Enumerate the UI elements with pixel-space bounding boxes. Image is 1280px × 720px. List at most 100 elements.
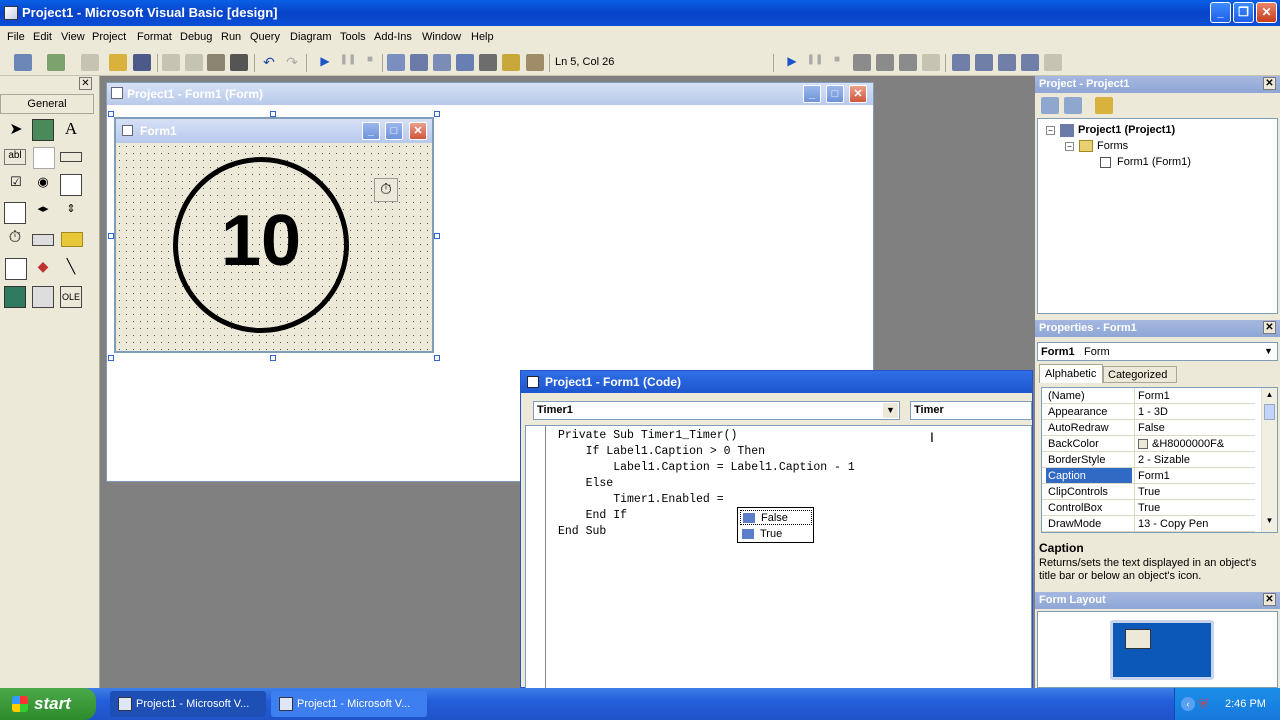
designer-minimize-button[interactable]: _: [803, 85, 821, 103]
object-selector-dropdown-icon[interactable]: ▼: [1261, 344, 1276, 359]
form1-close-button[interactable]: ✕: [409, 122, 427, 140]
menu-addins[interactable]: Add-Ins: [374, 31, 412, 43]
frame-icon[interactable]: [33, 147, 55, 169]
menu-edit[interactable]: Edit: [33, 31, 52, 43]
procedure-combo[interactable]: Timer: [910, 401, 1032, 420]
form1-design[interactable]: Form1 _ □ ✕ 10 ⏱: [114, 117, 434, 353]
timer-icon[interactable]: ⏱: [4, 229, 26, 251]
step-over-icon[interactable]: [899, 54, 917, 71]
minimize-button[interactable]: _: [1210, 2, 1231, 23]
object-combo-dropdown-icon[interactable]: ▼: [883, 403, 898, 418]
prop-value[interactable]: 1 - 3D: [1134, 404, 1255, 420]
prop-value[interactable]: True: [1134, 500, 1255, 516]
designer-maximize-button[interactable]: □: [826, 85, 844, 103]
taskbar-item[interactable]: Project1 - Microsoft V...: [271, 691, 427, 717]
toggle-folders-icon[interactable]: [1095, 97, 1113, 114]
hscrollbar-icon[interactable]: ◂▸: [32, 202, 54, 224]
menu-query[interactable]: Query: [250, 31, 280, 43]
prop-row[interactable]: DrawMode 13 - Copy Pen: [1042, 516, 1255, 532]
open-project-icon[interactable]: [109, 54, 127, 71]
toolbox-tab-general[interactable]: General: [0, 94, 94, 114]
close-button[interactable]: ✕: [1256, 2, 1277, 23]
start-button[interactable]: start: [0, 688, 96, 720]
security-shield-icon[interactable]: ⛨: [1199, 697, 1212, 711]
menu-file[interactable]: File: [7, 31, 25, 43]
taskbar-item[interactable]: Project1 - Microsoft V...: [110, 691, 266, 717]
form-layout-icon[interactable]: [433, 54, 451, 71]
menu-view[interactable]: View: [61, 31, 85, 43]
shape-icon[interactable]: ◆: [32, 258, 54, 280]
menu-project[interactable]: Project: [92, 31, 126, 43]
start-icon[interactable]: ▶: [316, 54, 334, 71]
quick-watch-icon[interactable]: [1021, 54, 1039, 71]
countdown-label[interactable]: 10: [196, 201, 326, 281]
timer-control-icon[interactable]: ⏱: [374, 178, 398, 202]
drivelistbox-icon[interactable]: [32, 234, 54, 246]
combobox-icon[interactable]: [60, 174, 82, 196]
redo-icon[interactable]: ↷: [283, 54, 301, 71]
label-icon[interactable]: A: [60, 119, 82, 141]
properties-scrollbar[interactable]: ▲ ▼: [1261, 388, 1277, 532]
prop-value[interactable]: &H8000000F&: [1134, 436, 1255, 452]
immediate-window-icon[interactable]: [975, 54, 993, 71]
object-combo[interactable]: Timer1 ▼: [533, 401, 900, 420]
prop-value[interactable]: 13 - Copy Pen: [1134, 516, 1255, 532]
project-explorer-close-button[interactable]: ✕: [1263, 77, 1276, 90]
autocomplete-item-true[interactable]: True: [740, 527, 812, 542]
scroll-thumb[interactable]: [1264, 404, 1275, 420]
line-icon[interactable]: ╲: [60, 258, 82, 280]
toolbox-icon[interactable]: [479, 54, 497, 71]
save-project-icon[interactable]: [133, 54, 151, 71]
prop-row[interactable]: ClipControls True: [1042, 484, 1255, 500]
paste-icon[interactable]: [207, 54, 225, 71]
prop-row[interactable]: ControlBox True: [1042, 500, 1255, 516]
filelistbox-icon[interactable]: [5, 258, 27, 280]
prop-value[interactable]: Form1: [1134, 388, 1255, 404]
step-into-icon[interactable]: [876, 54, 894, 71]
find-icon[interactable]: [230, 54, 248, 71]
watch-window-icon[interactable]: [998, 54, 1016, 71]
prop-value[interactable]: True: [1134, 484, 1255, 500]
object-browser-icon[interactable]: [456, 54, 474, 71]
view-code-icon[interactable]: [1041, 97, 1059, 114]
call-stack-icon[interactable]: [1044, 54, 1062, 71]
copy-icon[interactable]: [185, 54, 203, 71]
prop-row-selected[interactable]: Caption Form1: [1042, 468, 1255, 484]
prop-row[interactable]: Appearance 1 - 3D: [1042, 404, 1255, 420]
prop-value[interactable]: False: [1134, 420, 1255, 436]
maximize-button[interactable]: ❐: [1233, 2, 1254, 23]
prop-value[interactable]: 2 - Sizable: [1134, 452, 1255, 468]
ole-icon[interactable]: OLE: [60, 286, 82, 308]
commandbutton-icon[interactable]: [60, 152, 82, 162]
prop-value[interactable]: Form1: [1134, 468, 1255, 484]
tree-item-project1[interactable]: Project1 (Project1): [1078, 124, 1175, 136]
add-project-icon[interactable]: [14, 54, 32, 71]
project-explorer-icon[interactable]: [387, 54, 405, 71]
toolbox-close-button[interactable]: ✕: [79, 77, 92, 90]
menu-editor-icon[interactable]: [81, 54, 99, 71]
dirlistbox-icon[interactable]: [61, 232, 83, 247]
debug-end-icon[interactable]: ■: [828, 54, 846, 71]
menu-run[interactable]: Run: [221, 31, 241, 43]
data-view-icon[interactable]: [502, 54, 520, 71]
image-icon[interactable]: [4, 286, 26, 308]
end-icon[interactable]: ■: [361, 54, 379, 71]
tree-item-forms[interactable]: Forms: [1097, 140, 1128, 152]
debug-break-icon[interactable]: ❚❚: [806, 54, 824, 71]
prop-row[interactable]: AutoRedraw False: [1042, 420, 1255, 436]
prop-row[interactable]: BackColor &H8000000F&: [1042, 436, 1255, 452]
locals-window-icon[interactable]: [952, 54, 970, 71]
scroll-up-icon[interactable]: ▲: [1263, 390, 1276, 402]
add-form-icon[interactable]: [47, 54, 65, 71]
menu-tools[interactable]: Tools: [340, 31, 366, 43]
tab-alphabetic[interactable]: Alphabetic: [1039, 364, 1103, 383]
scroll-down-icon[interactable]: ▼: [1263, 516, 1276, 528]
vscrollbar-icon[interactable]: ⇕: [60, 202, 82, 224]
tree-item-form1[interactable]: Form1 (Form1): [1117, 156, 1191, 168]
pointer-icon[interactable]: ➤: [5, 119, 27, 141]
form-position-icon[interactable]: [1125, 629, 1151, 649]
debug-start-icon[interactable]: ▶: [783, 54, 801, 71]
menu-debug[interactable]: Debug: [180, 31, 212, 43]
prop-row[interactable]: (Name) Form1: [1042, 388, 1255, 404]
tray-expand-icon[interactable]: ‹: [1181, 697, 1195, 711]
